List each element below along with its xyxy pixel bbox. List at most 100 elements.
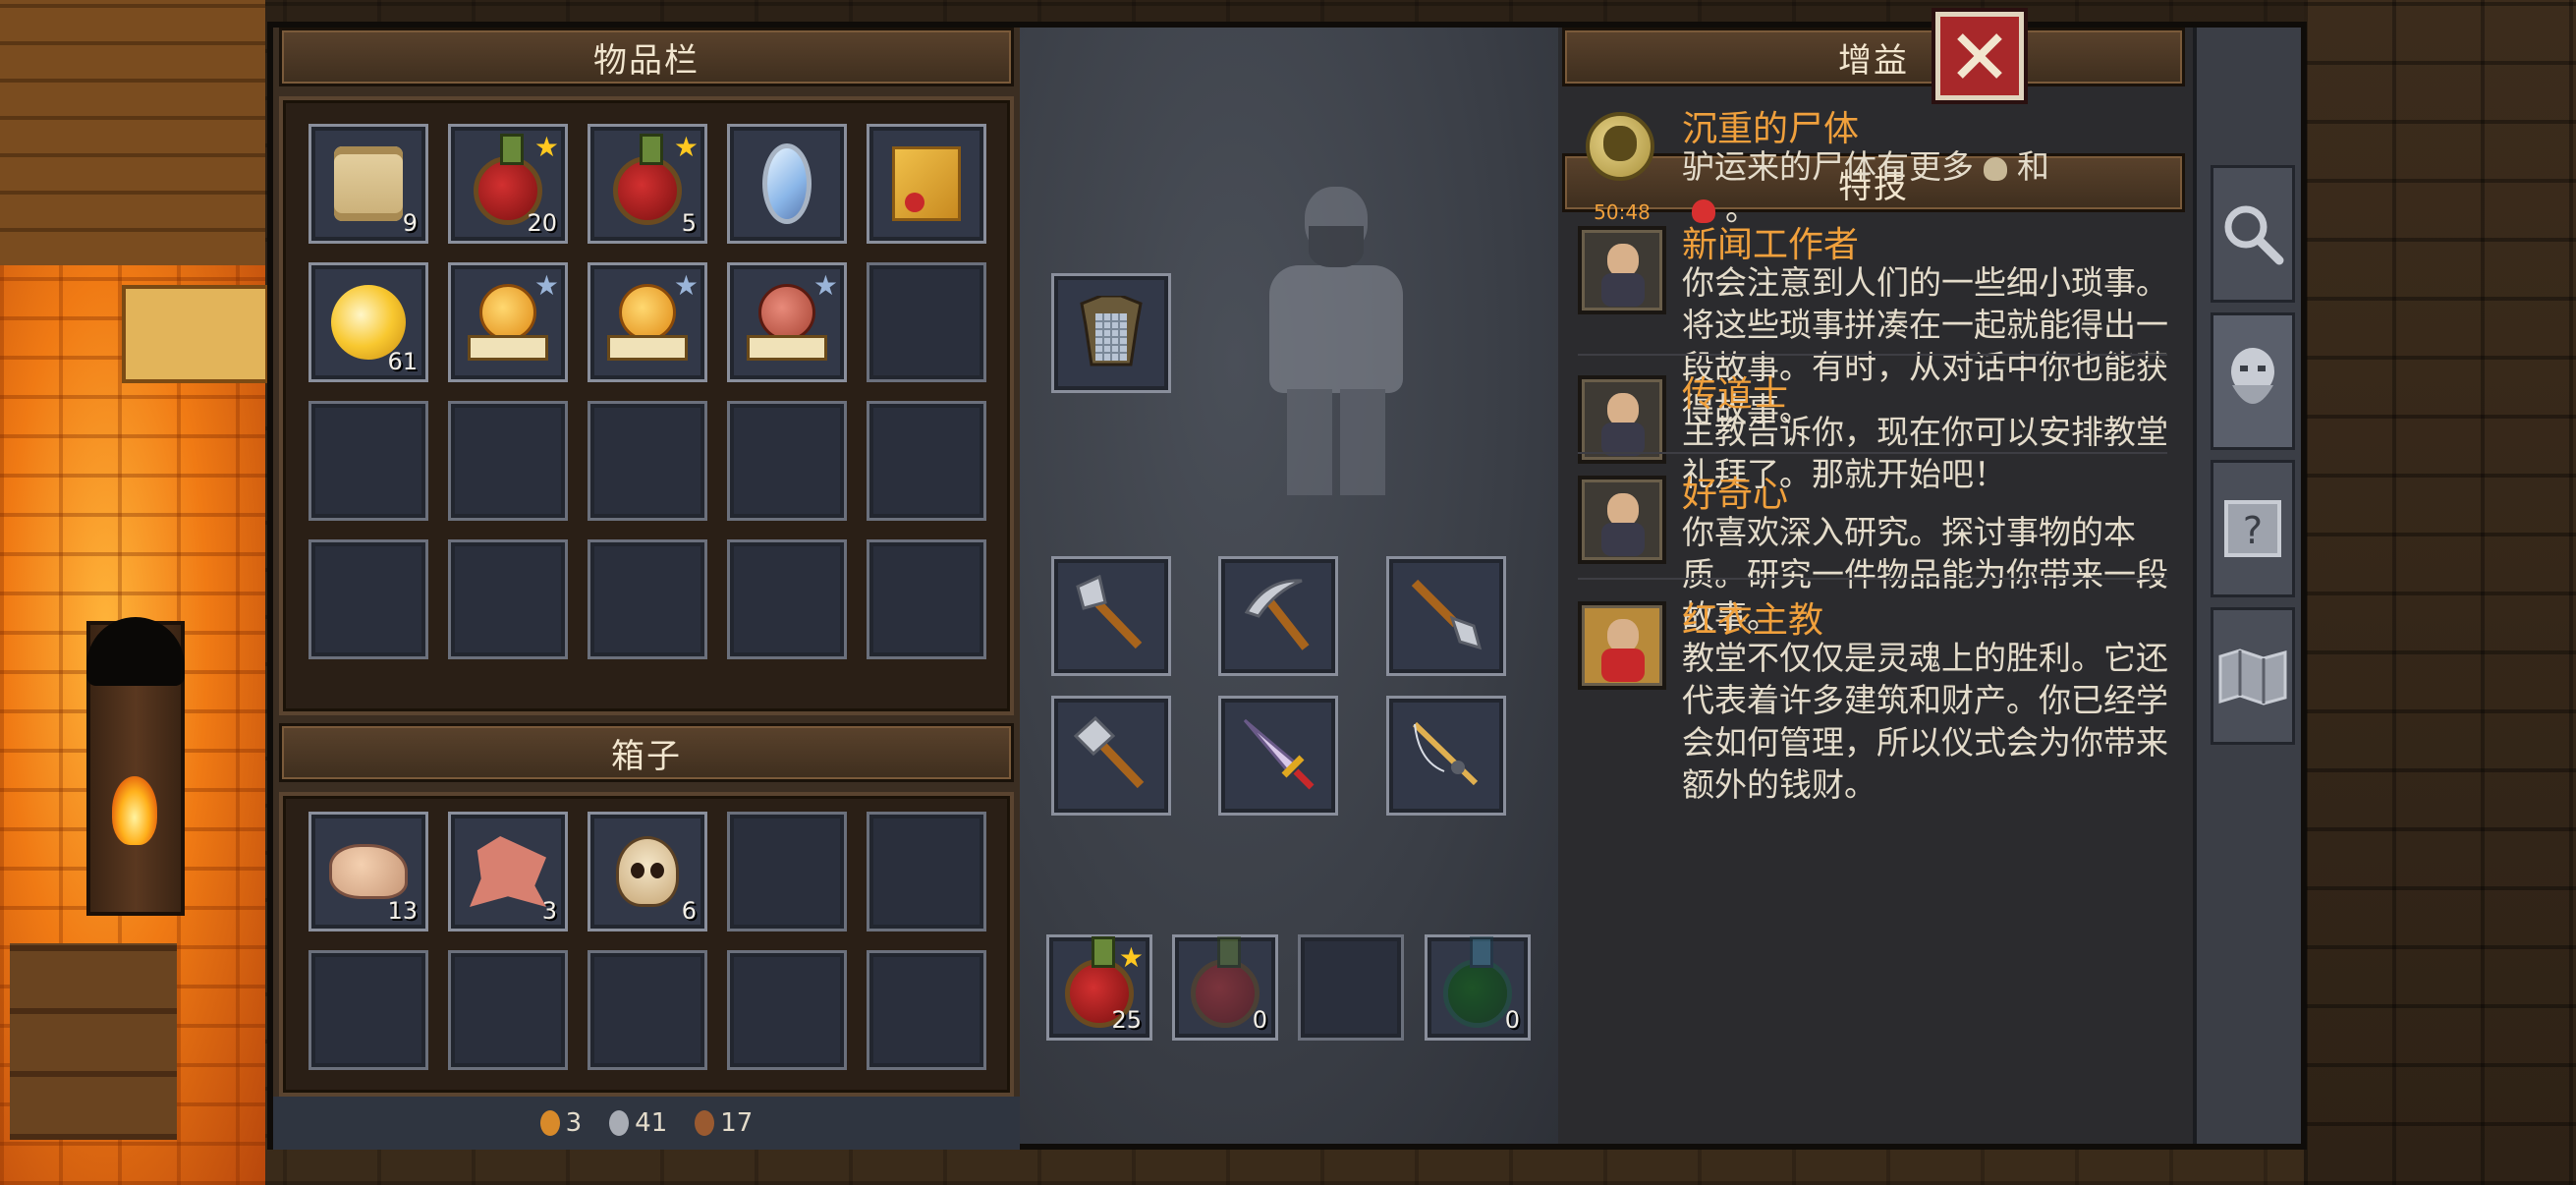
inventory-slot[interactable] [588,401,707,521]
item-quantity: 61 [387,348,418,375]
flame [112,776,157,845]
skull-icon [1984,156,2007,181]
wall-bricks [0,0,265,265]
inventory-slot[interactable] [867,124,986,244]
item-quantity: 13 [387,897,418,925]
quick-slot[interactable] [1298,934,1404,1041]
inventory-slot[interactable] [867,262,986,382]
quick-slot[interactable]: 0 [1172,934,1278,1041]
tool-slot[interactable] [1051,556,1171,676]
tab-map[interactable] [2211,607,2295,745]
chest-slot[interactable] [308,950,428,1070]
item-quantity: 9 [402,209,418,237]
chest-slot[interactable] [867,812,986,931]
star-icon: ★ [812,269,838,302]
perk-list[interactable]: 新闻工作者 你会注意到人们的一些细小琐事。将这些琐事拼凑在一起就能得出一段故事。有… [1558,216,2193,1150]
hide-icon [470,836,546,907]
chainmail-icon [1072,294,1150,370]
skull-icon [616,836,679,907]
chest-slot[interactable] [727,950,847,1070]
tab-help[interactable]: ? [2211,460,2295,597]
lens-icon [762,143,812,224]
armor-slot[interactable] [1051,273,1171,393]
item-quantity: 6 [681,897,697,925]
chest-slot[interactable]: 3 [448,812,568,931]
perk-portrait-icon [1578,375,1666,464]
inventory-header: 物品栏 [279,28,1014,86]
quick-slot[interactable]: 0 [1425,934,1531,1041]
inventory-slot[interactable]: ★ 20 [448,124,568,244]
tool-slot[interactable] [1218,556,1338,676]
chest-slot[interactable] [867,950,986,1070]
red-potion-icon [613,133,682,225]
help-icon: ? [2224,500,2281,557]
star-icon: ★ [673,269,699,302]
perk-name: 传道士 [1682,374,1789,415]
inventory-slot[interactable] [308,539,428,659]
tab-search[interactable] [2211,165,2295,303]
tool-slot[interactable] [1386,556,1506,676]
chest-slot[interactable]: 6 [588,812,707,931]
copper-coins: 3 [539,1108,582,1138]
chest-slot[interactable]: 13 [308,812,428,931]
quick-slot[interactable]: ★ 25 [1046,934,1152,1041]
altar-table [122,285,269,383]
inventory-slot[interactable] [727,539,847,659]
tab-column: ? [2193,28,2301,1144]
perk-name: 红衣主教 [1682,600,1824,641]
tool-slot[interactable] [1051,696,1171,816]
chest-title: 箱子 [611,736,682,776]
buff-desc: 驴运来的尸体有更多和。 [1682,147,2049,228]
buffs-title: 增益 [1838,40,1909,81]
inventory-slot[interactable] [867,539,986,659]
inventory-slot[interactable] [867,401,986,521]
inventory-slot[interactable] [448,539,568,659]
perk-divider [1578,578,2167,580]
item-quantity: 3 [541,897,557,925]
perk-portrait-icon [1578,476,1666,564]
tab-character[interactable] [2211,312,2295,450]
perk-divider [1578,452,2167,454]
chest-slot[interactable] [727,812,847,931]
fishing-rod-icon [1405,712,1487,799]
tool-slot[interactable] [1218,696,1338,816]
character-beard [1309,226,1364,267]
alchemy-shelf [10,943,177,1140]
chest-slot[interactable] [588,950,707,1070]
hammer-icon [1070,712,1152,799]
chest-slot[interactable] [448,950,568,1070]
star-icon: ★ [533,131,559,163]
sword-icon [1237,712,1319,799]
currency-bar: 3 41 17 [273,1097,1020,1150]
silver-coin-icon [609,1110,630,1136]
perk-name: 好奇心 [1682,475,1789,515]
inventory-slot[interactable]: ★ [727,262,847,382]
bronze-coins: 17 [695,1108,753,1138]
inventory-slot[interactable]: 9 [308,124,428,244]
tool-slot[interactable] [1386,696,1506,816]
inventory-slot[interactable]: ★ [448,262,568,382]
item-quantity: 5 [681,209,697,237]
inventory-slot[interactable] [727,401,847,521]
perk-portrait-icon [1578,226,1666,314]
svg-text:?: ? [2243,509,2263,552]
star-icon: ★ [673,131,699,163]
buff-skull-coin-icon [1578,112,1662,197]
character-icon [2231,348,2274,404]
buff-timer: 50:48 [1594,200,1651,224]
magnifier-icon [2224,205,2284,265]
flesh-icon [329,844,408,899]
inventory-slot[interactable] [588,539,707,659]
red-skull-icon [1692,198,1715,223]
inventory-slot[interactable] [727,124,847,244]
inventory-slot[interactable]: ★ [588,262,707,382]
inventory-slot[interactable]: ★ 5 [588,124,707,244]
inventory-slot[interactable] [448,401,568,521]
scroll-icon [334,146,403,221]
close-button[interactable] [1935,12,2024,100]
inventory-slot[interactable]: 61 [308,262,428,382]
copper-coin-icon [539,1110,560,1136]
inventory-slot[interactable] [308,401,428,521]
buff-name: 沉重的尸体 [1682,109,1860,149]
pickaxe-icon [1237,573,1319,659]
